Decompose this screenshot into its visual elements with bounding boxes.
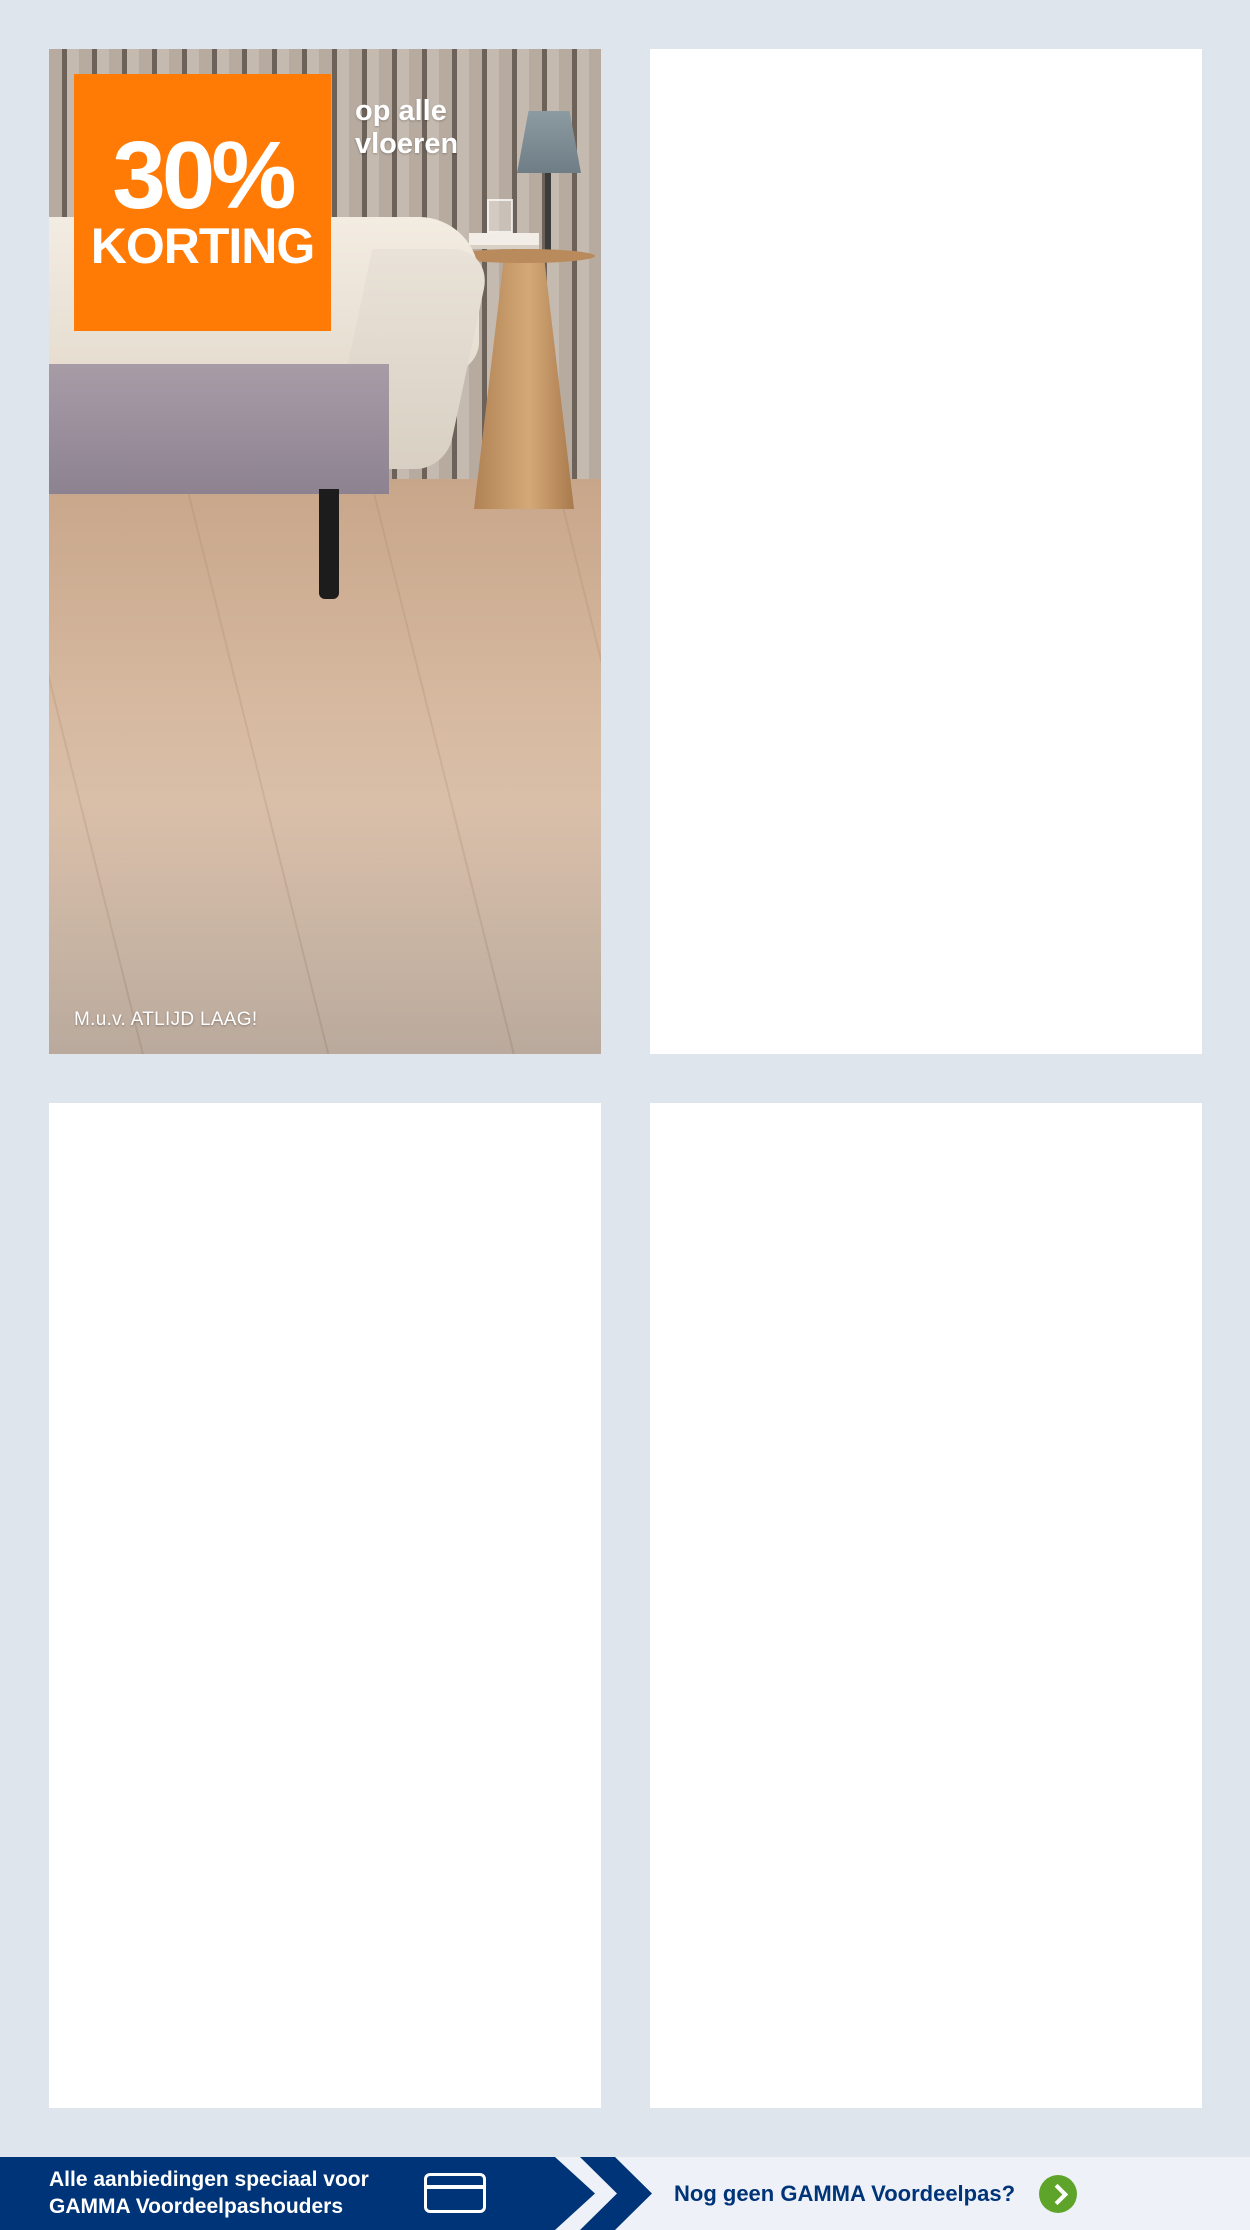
discount-percent: 30% — [112, 121, 296, 229]
voordeelpas-offers-line1: Alle aanbiedingen speciaal voor — [49, 2168, 369, 2191]
discount-badge: 30% KORTING — [74, 74, 331, 331]
empty-tile-4 — [650, 1103, 1202, 2108]
promo-disclaimer: M.u.v. ATLIJD LAAG! — [74, 1009, 258, 1030]
get-voordeelpas-text: Nog geen GAMMA Voordeelpas? — [674, 2180, 1016, 2206]
get-voordeelpas-link[interactable]: Nog geen GAMMA Voordeelpas? — [674, 2157, 1078, 2230]
card-icon — [424, 2173, 486, 2213]
voordeelpas-offers-line2: GAMMA Voordeelpashouders — [49, 2195, 344, 2218]
voordeelpas-offers-link[interactable]: Alle aanbiedingen speciaal voor GAMMA Vo… — [0, 2157, 595, 2230]
voordeelpas-banner: Alle aanbiedingen speciaal voor GAMMA Vo… — [0, 2157, 1250, 2230]
promo-subhead: op alle vloeren — [355, 95, 458, 161]
discount-label: KORTING — [90, 217, 316, 274]
promo-subhead-line1: op alle — [355, 95, 447, 127]
empty-tile-2 — [650, 49, 1202, 1054]
empty-tile-3 — [49, 1103, 601, 2108]
promo-tile-floors[interactable]: 30% KORTING op alle vloeren M.u.v. ATLIJ… — [49, 49, 601, 1054]
voordeelpas-offers-text: Alle aanbiedingen speciaal voor GAMMA Vo… — [49, 2166, 429, 2220]
promo-subhead-line2: vloeren — [355, 128, 459, 160]
chevron-right-circle-icon[interactable] — [1039, 2174, 1078, 2213]
